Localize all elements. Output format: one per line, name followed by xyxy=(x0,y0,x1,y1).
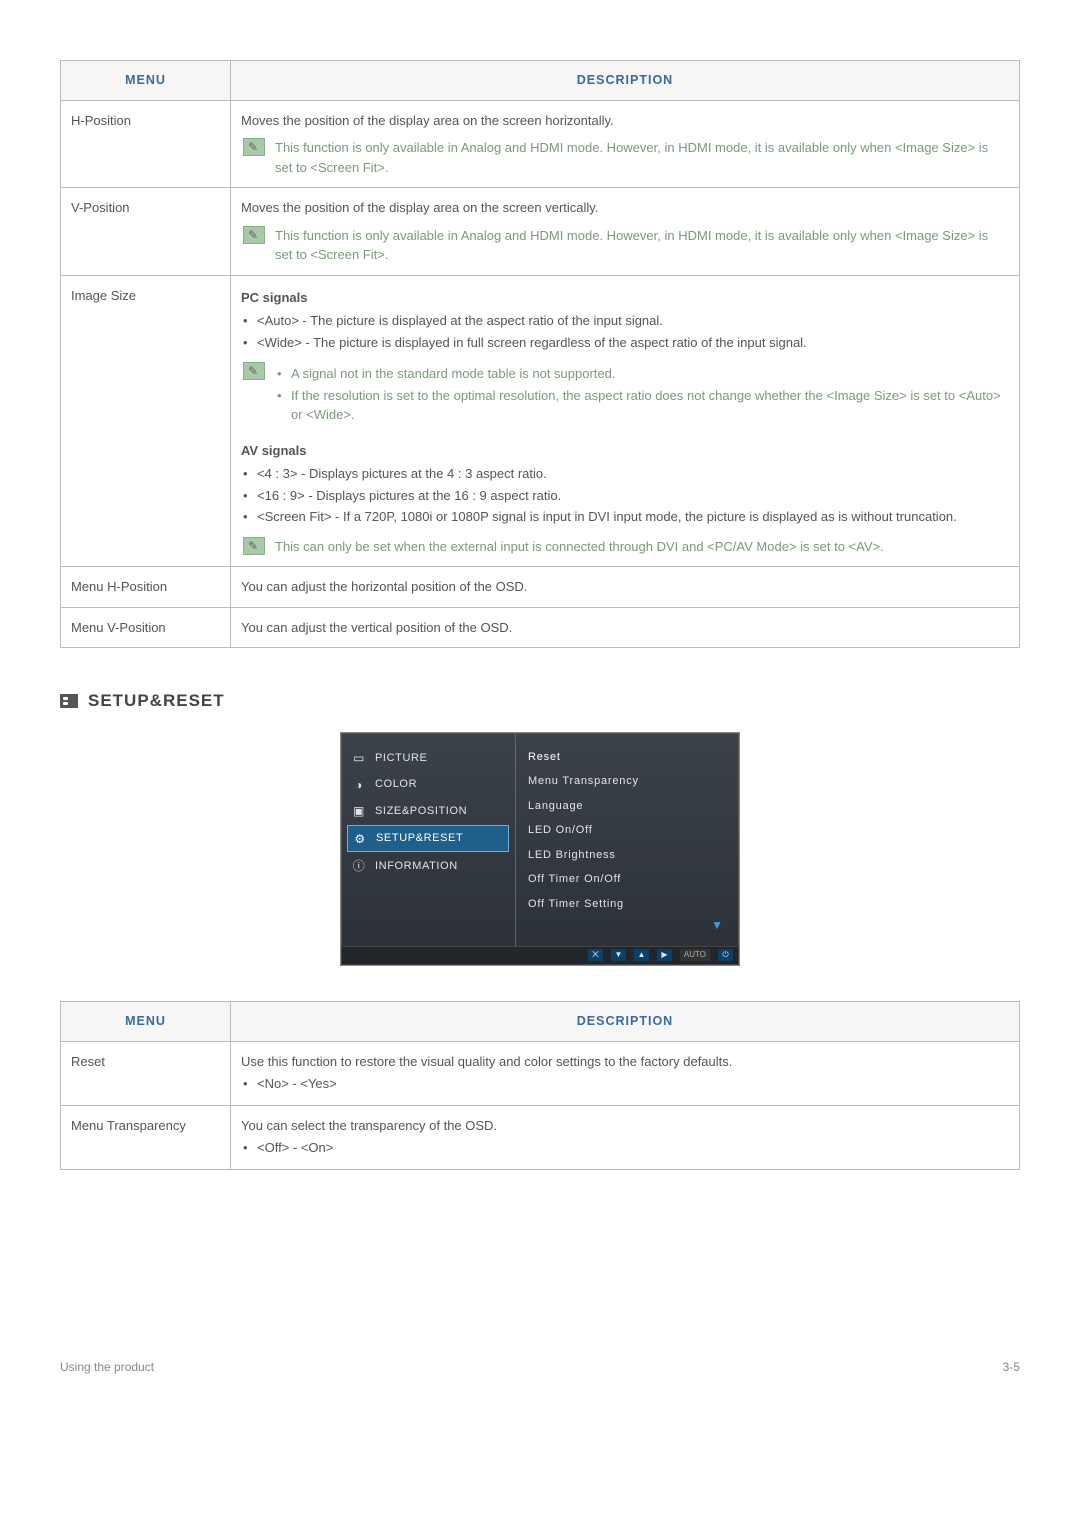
note-text: This function is only available in Analo… xyxy=(275,226,1009,265)
table-row: Image Size PC signals <Auto> - The pictu… xyxy=(61,275,1020,567)
osd-label: PICTURE xyxy=(375,750,427,767)
list-item: <No> - <Yes> xyxy=(243,1074,1009,1094)
note-icon xyxy=(243,226,265,244)
desc-text: Moves the position of the display area o… xyxy=(241,113,614,128)
list-item: <Screen Fit> - If a 720P, 1080i or 1080P… xyxy=(243,507,1009,527)
osd-menu-information: ⓘ INFORMATION xyxy=(341,853,515,880)
menu-name: Menu H-Position xyxy=(61,567,231,608)
note-block: A signal not in the standard mode table … xyxy=(241,354,1009,427)
osd-option-transparency: Menu Transparency xyxy=(526,769,729,794)
note-icon xyxy=(243,138,265,156)
list-item: <Wide> - The picture is displayed in ful… xyxy=(243,333,1009,353)
list-item: <16 : 9> - Displays pictures at the 16 :… xyxy=(243,486,1009,506)
osd-option-off-timer-setting: Off Timer Setting xyxy=(526,892,729,917)
desc-text: Use this function to restore the visual … xyxy=(241,1054,732,1069)
section-heading-setup-reset: SETUP&RESET xyxy=(60,688,1020,714)
gear-icon: ⚙ xyxy=(352,832,368,846)
pc-signals-list: <Auto> - The picture is displayed at the… xyxy=(241,311,1009,352)
menu-description: Moves the position of the display area o… xyxy=(231,188,1020,276)
menu-name: Reset xyxy=(61,1042,231,1106)
desc-text: You can select the transparency of the O… xyxy=(241,1118,497,1133)
list-item: A signal not in the standard mode table … xyxy=(277,364,1009,384)
menu-name: V-Position xyxy=(61,188,231,276)
menu-name: Menu Transparency xyxy=(61,1106,231,1170)
col-header-description: DESCRIPTION xyxy=(231,61,1020,101)
osd-option-led-brightness: LED Brightness xyxy=(526,843,729,868)
osd-right-panel: Reset Menu Transparency Language LED On/… xyxy=(516,733,739,947)
col-header-menu: MENU xyxy=(61,61,231,101)
note-icon xyxy=(243,362,265,380)
menu-name: Menu V-Position xyxy=(61,607,231,648)
footer-left-text: Using the product xyxy=(60,1358,154,1376)
osd-footer-power-icon: ⏻ xyxy=(718,949,733,961)
menu-description: You can select the transparency of the O… xyxy=(231,1106,1020,1170)
menu-description: PC signals <Auto> - The picture is displ… xyxy=(231,275,1020,567)
osd-footer-enter-icon: ▶ xyxy=(657,949,672,961)
menu-name: H-Position xyxy=(61,100,231,188)
info-icon: ⓘ xyxy=(351,859,367,873)
section-title-text: SETUP&RESET xyxy=(88,688,225,714)
page-footer: Using the product 3-5 xyxy=(60,1350,1020,1376)
osd-footer-bar: ⨉ ▼ ▲ ▶ AUTO ⏻ xyxy=(341,946,739,965)
osd-menu-picture: ▭ PICTURE xyxy=(341,745,515,772)
osd-menu-color: ◑ COLOR xyxy=(341,771,515,798)
desc-text: Moves the position of the display area o… xyxy=(241,200,598,215)
size-position-table: MENU DESCRIPTION H-Position Moves the po… xyxy=(60,60,1020,648)
note-block: This can only be set when the external i… xyxy=(241,529,1009,557)
note-text: This can only be set when the external i… xyxy=(275,537,884,557)
osd-option-language: Language xyxy=(526,794,729,819)
osd-footer-up-icon: ▲ xyxy=(634,949,649,961)
table-row: Menu H-Position You can adjust the horiz… xyxy=(61,567,1020,608)
table-row: Reset Use this function to restore the v… xyxy=(61,1042,1020,1106)
osd-label: INFORMATION xyxy=(375,858,458,875)
list-item: <Off> - <On> xyxy=(243,1138,1009,1158)
osd-screenshot: ▭ PICTURE ◑ COLOR ▣ SIZE&POSITION ⚙ SETU… xyxy=(340,732,740,967)
note-block: This function is only available in Analo… xyxy=(241,130,1009,177)
osd-menu-sizeposition: ▣ SIZE&POSITION xyxy=(341,798,515,825)
note-icon xyxy=(243,537,265,555)
menu-description: You can adjust the vertical position of … xyxy=(231,607,1020,648)
col-header-description: DESCRIPTION xyxy=(231,1002,1020,1042)
osd-footer-auto-label: AUTO xyxy=(680,949,710,961)
av-signals-heading: AV signals xyxy=(241,441,1009,461)
section-icon xyxy=(60,694,78,708)
menu-description: Use this function to restore the visual … xyxy=(231,1042,1020,1106)
note-list: A signal not in the standard mode table … xyxy=(275,364,1009,425)
osd-option-off-timer-onoff: Off Timer On/Off xyxy=(526,867,729,892)
menu-description: Moves the position of the display area o… xyxy=(231,100,1020,188)
osd-left-panel: ▭ PICTURE ◑ COLOR ▣ SIZE&POSITION ⚙ SETU… xyxy=(341,733,516,947)
col-header-menu: MENU xyxy=(61,1002,231,1042)
osd-label: SIZE&POSITION xyxy=(375,803,467,820)
list-item: If the resolution is set to the optimal … xyxy=(277,386,1009,425)
list-item: <Auto> - The picture is displayed at the… xyxy=(243,311,1009,331)
option-list: <No> - <Yes> xyxy=(241,1074,1009,1094)
osd-footer-close-icon: ⨉ xyxy=(588,949,603,961)
note-block: This function is only available in Analo… xyxy=(241,218,1009,265)
color-icon: ◑ xyxy=(351,778,367,792)
setup-reset-table: MENU DESCRIPTION Reset Use this function… xyxy=(60,1001,1020,1170)
menu-name: Image Size xyxy=(61,275,231,567)
option-list: <Off> - <On> xyxy=(241,1138,1009,1158)
table-row: V-Position Moves the position of the dis… xyxy=(61,188,1020,276)
osd-menu-setupreset-selected: ⚙ SETUP&RESET xyxy=(347,825,509,852)
note-text: This function is only available in Analo… xyxy=(275,138,1009,177)
table-row: Menu Transparency You can select the tra… xyxy=(61,1106,1020,1170)
osd-label: SETUP&RESET xyxy=(376,830,463,847)
table-row: Menu V-Position You can adjust the verti… xyxy=(61,607,1020,648)
footer-page-number: 3-5 xyxy=(1003,1358,1020,1376)
osd-option-led-onoff: LED On/Off xyxy=(526,818,729,843)
osd-footer-down-icon: ▼ xyxy=(611,949,626,961)
osd-option-reset: Reset xyxy=(526,745,729,770)
list-item: <4 : 3> - Displays pictures at the 4 : 3… xyxy=(243,464,1009,484)
menu-description: You can adjust the horizontal position o… xyxy=(231,567,1020,608)
av-signals-list: <4 : 3> - Displays pictures at the 4 : 3… xyxy=(241,464,1009,527)
picture-icon: ▭ xyxy=(351,751,367,765)
sizepos-icon: ▣ xyxy=(351,804,367,818)
table-row: H-Position Moves the position of the dis… xyxy=(61,100,1020,188)
down-arrow-icon: ▼ xyxy=(526,916,729,934)
osd-label: COLOR xyxy=(375,776,417,793)
pc-signals-heading: PC signals xyxy=(241,288,1009,308)
